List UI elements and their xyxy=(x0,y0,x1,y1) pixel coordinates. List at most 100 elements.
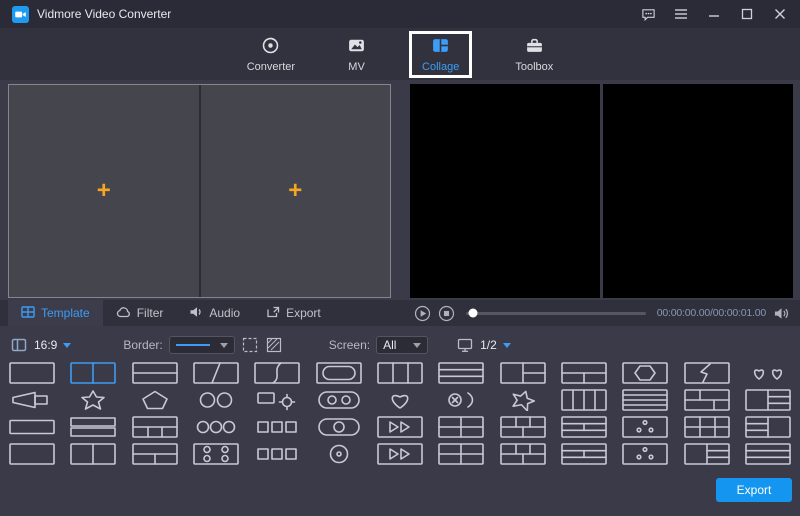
template-thumb-heart[interactable] xyxy=(377,389,423,411)
tab-collage[interactable]: Collage xyxy=(409,31,472,78)
progress-slider[interactable] xyxy=(466,312,646,315)
template-thumb-left-rows[interactable] xyxy=(745,416,791,438)
template-thumb-fast-forward[interactable] xyxy=(377,416,423,438)
aspect-layout-icon[interactable] xyxy=(10,336,28,354)
dashed-select-icon[interactable] xyxy=(241,336,259,354)
mv-icon xyxy=(347,36,366,58)
tab-template[interactable]: Template xyxy=(8,300,103,326)
volume-icon[interactable] xyxy=(773,306,790,321)
template-thumb-banner[interactable] xyxy=(9,389,55,411)
template-thumb-dots-3[interactable] xyxy=(622,416,668,438)
screen-label: Screen: xyxy=(329,338,370,352)
close-icon[interactable] xyxy=(772,6,788,22)
template-thumb-cols-4[interactable] xyxy=(561,389,607,411)
template-row xyxy=(9,389,791,411)
progress-handle[interactable] xyxy=(469,309,478,318)
add-media-plus-icon[interactable]: + xyxy=(288,179,302,203)
audio-speaker-icon xyxy=(189,306,203,321)
tab-converter[interactable]: Converter xyxy=(238,33,304,76)
filter-cloud-icon xyxy=(116,306,131,321)
template-thumb-row-split[interactable] xyxy=(561,362,607,384)
export-button[interactable]: Export xyxy=(716,478,792,502)
template-thumb-circle-dot[interactable] xyxy=(316,443,362,465)
template-thumb-right-rows[interactable] xyxy=(745,389,791,411)
template-thumb-circles-4[interactable] xyxy=(193,443,239,465)
template-thumb-curve[interactable] xyxy=(254,362,300,384)
template-thumb-split-v[interactable] xyxy=(70,362,116,384)
hatch-fill-icon[interactable] xyxy=(265,336,283,354)
template-thumb-single[interactable] xyxy=(9,443,55,465)
collage-icon xyxy=(431,36,450,58)
template-thumb-right-rows[interactable] xyxy=(684,443,730,465)
template-thumb-grid-wide[interactable] xyxy=(684,389,730,411)
play-icon[interactable] xyxy=(414,305,431,322)
template-thumb-diagonal[interactable] xyxy=(193,362,239,384)
stop-icon[interactable] xyxy=(438,305,455,322)
template-thumb-squares-3[interactable] xyxy=(254,416,300,438)
template-thumb-wide-rect[interactable] xyxy=(9,416,55,438)
menu-icon[interactable] xyxy=(673,6,689,22)
template-thumb-rounded[interactable] xyxy=(316,362,362,384)
template-thumb-split-v[interactable] xyxy=(70,443,116,465)
template-thumb-rows-3[interactable] xyxy=(745,443,791,465)
tab-filter[interactable]: Filter xyxy=(103,300,177,326)
template-row xyxy=(9,362,791,384)
aspect-ratio-control: 16:9 xyxy=(10,336,71,354)
minimize-icon[interactable] xyxy=(706,6,722,22)
template-row xyxy=(9,416,791,438)
add-media-plus-icon[interactable]: + xyxy=(97,179,111,203)
template-thumb-circles-3[interactable] xyxy=(193,416,239,438)
collage-editor: + + xyxy=(8,84,391,298)
template-thumb-rows-4[interactable] xyxy=(622,389,668,411)
aspect-dropdown-caret[interactable] xyxy=(63,343,71,348)
template-thumb-pentagon[interactable] xyxy=(132,389,178,411)
template-thumb-grid-mix[interactable] xyxy=(561,443,607,465)
template-thumb-hearts[interactable] xyxy=(745,362,791,384)
template-thumb-star[interactable] xyxy=(70,389,116,411)
template-thumb-single[interactable] xyxy=(9,362,55,384)
page-dropdown-caret[interactable] xyxy=(503,343,511,348)
template-thumb-zigzag[interactable] xyxy=(684,362,730,384)
tab-export[interactable]: Export xyxy=(253,300,334,326)
template-thumb-pill-circle[interactable] xyxy=(316,416,362,438)
template-thumb-pill-circles[interactable] xyxy=(316,389,362,411)
collage-cell-2[interactable]: + xyxy=(199,85,391,297)
template-thumb-cols-3[interactable] xyxy=(377,362,423,384)
template-thumb-bottom-split[interactable] xyxy=(132,416,178,438)
template-thumb-plus-grid[interactable] xyxy=(500,443,546,465)
tab-toolbox[interactable]: Toolbox xyxy=(506,33,562,76)
template-thumb-flag-gear[interactable] xyxy=(254,389,300,411)
border-line-sample xyxy=(176,344,210,346)
screen-select[interactable]: All xyxy=(376,336,428,354)
template-thumb-circles-2[interactable] xyxy=(193,389,239,411)
preview-cell-1 xyxy=(410,84,600,298)
template-thumb-plus-grid[interactable] xyxy=(500,416,546,438)
nav-tab-label: MV xyxy=(348,61,365,73)
app-logo-icon xyxy=(12,6,29,23)
template-thumb-grid-mix[interactable] xyxy=(561,416,607,438)
template-thumb-squares-3[interactable] xyxy=(254,443,300,465)
panel-tabs: Template Filter Audio Export xyxy=(8,300,391,326)
template-thumb-rows-2[interactable] xyxy=(70,416,116,438)
collage-cell-1[interactable]: + xyxy=(9,85,199,297)
template-thumb-grid-2x2[interactable] xyxy=(438,416,484,438)
border-style-select[interactable] xyxy=(169,336,235,354)
tab-mv[interactable]: MV xyxy=(338,33,375,76)
template-thumb-grid-2x2[interactable] xyxy=(438,443,484,465)
template-thumb-row-split[interactable] xyxy=(132,443,178,465)
template-thumb-grid-3x2[interactable] xyxy=(684,416,730,438)
maximize-icon[interactable] xyxy=(739,6,755,22)
template-thumb-swirl[interactable] xyxy=(500,389,546,411)
tab-audio[interactable]: Audio xyxy=(176,300,253,326)
template-thumb-col-split[interactable] xyxy=(500,362,546,384)
template-thumb-rows-3[interactable] xyxy=(438,362,484,384)
template-thumb-dots-3[interactable] xyxy=(622,443,668,465)
template-thumb-cross-paren[interactable] xyxy=(438,389,484,411)
feedback-icon[interactable] xyxy=(640,6,656,22)
template-thumb-hexagon[interactable] xyxy=(622,362,668,384)
monitor-icon[interactable] xyxy=(456,336,474,354)
border-control: Border: xyxy=(123,336,282,354)
page-control: 1/2 xyxy=(456,336,511,354)
template-thumb-split-h[interactable] xyxy=(132,362,178,384)
template-thumb-fast-forward[interactable] xyxy=(377,443,423,465)
